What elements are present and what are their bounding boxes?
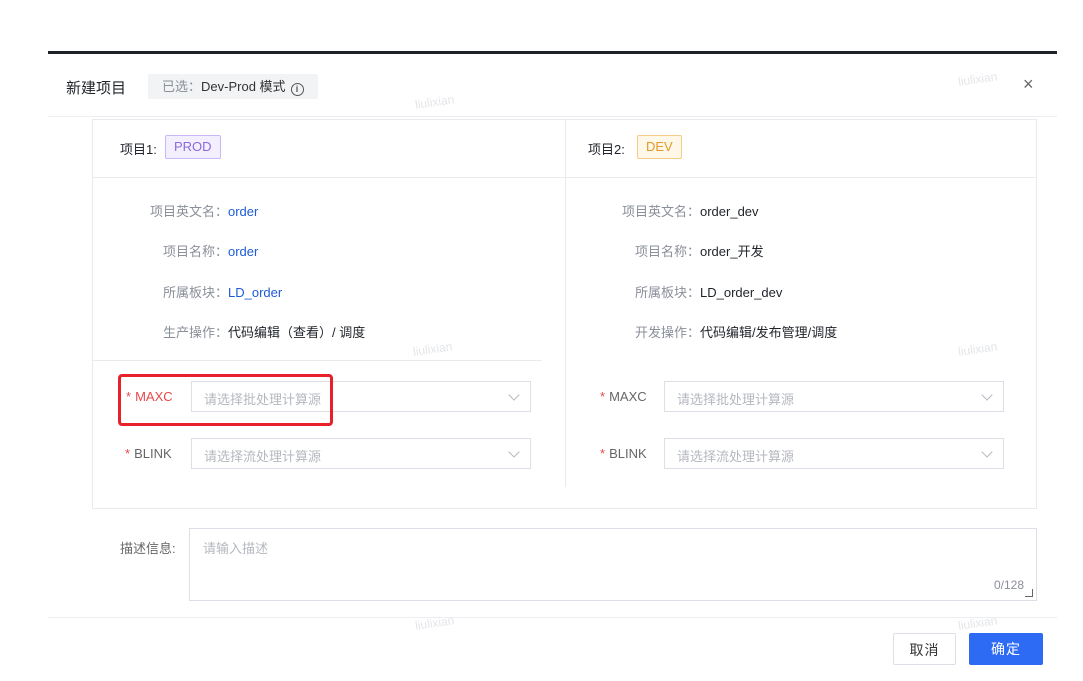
project2-block-row: 所属板块：LD_order_dev <box>600 282 782 301</box>
project2-en-name-row: 项目英文名：order_dev <box>600 201 759 220</box>
selected-prefix: 已选： <box>162 79 202 94</box>
chevron-down-icon <box>508 389 520 401</box>
project1-header: 项目1: PROD <box>93 120 565 178</box>
chevron-down-icon <box>981 389 993 401</box>
close-icon[interactable]: × <box>1023 74 1034 95</box>
resize-handle-icon[interactable] <box>1025 589 1033 597</box>
project1-block-row: 所属板块：LD_order <box>128 282 282 301</box>
section-divider <box>93 360 542 361</box>
maxc-placeholder: 请选择批处理计算源 <box>204 392 322 407</box>
project1-operation-row: 生产操作：代码编辑（查看）/ 调度 <box>128 322 365 341</box>
maxc-select[interactable]: 请选择批处理计算源 <box>191 381 531 412</box>
project1-name-row: 项目名称：order <box>128 241 258 260</box>
maxc-placeholder: 请选择批处理计算源 <box>677 392 795 407</box>
maxc-select[interactable]: 请选择批处理计算源 <box>664 381 1004 412</box>
field-label: 项目英文名： <box>621 204 700 219</box>
field-label: 项目英文名： <box>149 204 228 219</box>
field-label: 生产操作： <box>162 325 228 340</box>
cancel-button[interactable]: 取消 <box>893 633 956 665</box>
description-placeholder: 请输入描述 <box>203 541 269 556</box>
project1-label: 项目1: <box>120 142 157 157</box>
project-panels: 项目1: PROD 项目英文名：order 项目名称：order 所属板块：LD… <box>92 119 1037 509</box>
prod-tag: PROD <box>165 135 221 159</box>
project2-name-row: 项目名称：order_开发 <box>600 241 764 260</box>
project2-label: 项目2: <box>588 142 625 157</box>
info-icon[interactable]: i <box>290 83 304 96</box>
blink-placeholder: 请选择流处理计算源 <box>677 449 795 464</box>
selected-mode-tag: 已选：Dev-Prod 模式 i <box>148 74 318 99</box>
field-label: 所属板块： <box>634 285 700 300</box>
char-counter: 0/128 <box>993 578 1024 592</box>
field-value: order_dev <box>700 204 759 219</box>
field-label: 所属板块： <box>162 285 228 300</box>
field-value: order_开发 <box>700 244 764 259</box>
field-value: LD_order <box>228 285 283 300</box>
dev-tag: DEV <box>637 135 682 159</box>
description-label: 描述信息: <box>120 541 176 556</box>
maxc-label: * MAXC <box>126 389 173 404</box>
project2-column: 项目2: DEV 项目英文名：order_dev 项目名称：order_开发 所… <box>565 120 1037 508</box>
project2-header: 项目2: DEV <box>565 120 1037 178</box>
blink-placeholder: 请选择流处理计算源 <box>204 449 322 464</box>
blink-select[interactable]: 请选择流处理计算源 <box>664 438 1004 469</box>
field-label: 项目名称： <box>634 244 700 259</box>
project1-column: 项目1: PROD 项目英文名：order 项目名称：order 所属板块：LD… <box>93 120 565 508</box>
field-label: 开发操作： <box>634 325 700 340</box>
project1-en-name-row: 项目英文名：order <box>128 201 258 220</box>
dialog-header: 新建项目 已选：Dev-Prod 模式 i × <box>48 54 1057 117</box>
blink-label: * BLINK <box>600 446 647 461</box>
field-label: 项目名称： <box>162 244 228 259</box>
confirm-button[interactable]: 确定 <box>969 633 1043 665</box>
blink-select[interactable]: 请选择流处理计算源 <box>191 438 531 469</box>
blink-label: * BLINK <box>125 446 172 461</box>
maxc-label: * MAXC <box>600 389 647 404</box>
selected-mode-value: Dev-Prod 模式 <box>201 79 286 94</box>
project2-operation-row: 开发操作：代码编辑/发布管理/调度 <box>600 322 837 341</box>
field-value: order <box>228 204 259 219</box>
description-textarea[interactable]: 请输入描述 0/128 <box>189 528 1037 601</box>
field-value: LD_order_dev <box>700 285 783 300</box>
chevron-down-icon <box>508 446 520 458</box>
field-value: 代码编辑/发布管理/调度 <box>700 325 838 340</box>
chevron-down-icon <box>981 446 993 458</box>
field-value: order <box>228 244 259 259</box>
dialog-title: 新建项目 <box>66 80 127 97</box>
field-value: 代码编辑（查看）/ 调度 <box>228 325 366 340</box>
footer-divider <box>48 617 1057 618</box>
